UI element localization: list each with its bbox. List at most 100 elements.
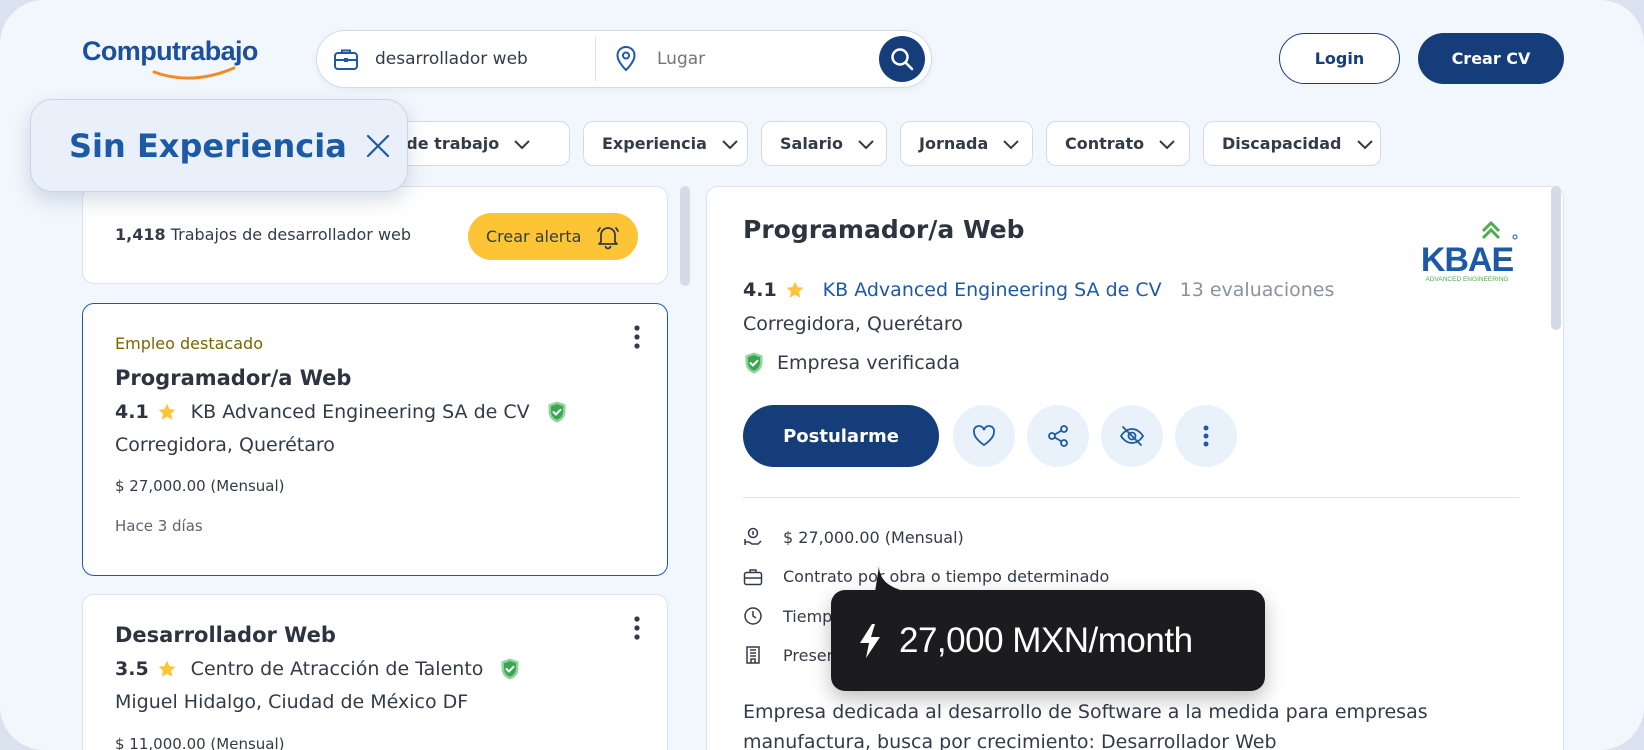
company-link[interactable]: KB Advanced Engineering SA de CV — [823, 279, 1162, 301]
hide-button[interactable] — [1101, 405, 1163, 467]
more-options-button[interactable] — [1175, 405, 1237, 467]
verified-shield-icon — [745, 352, 763, 374]
create-cv-button[interactable]: Crear CV — [1418, 33, 1564, 84]
tooltip-text: 27,000 MXN/month — [899, 620, 1193, 660]
results-count: 1,418 Trabajos de desarrollador web — [115, 225, 411, 244]
create-alert-button[interactable]: Crear alerta — [468, 213, 638, 260]
job-card[interactable]: Empleo destacado Programador/a Web 4.1 K… — [82, 303, 668, 576]
briefcase-icon — [743, 568, 763, 585]
detail-info-row: Contrato por obra o tiempo determinado — [743, 567, 1109, 586]
verified-label: Empresa verificada — [777, 352, 961, 374]
bell-icon — [597, 226, 620, 249]
filter-salary[interactable]: Salario — [761, 121, 887, 166]
active-filter-label: Sin Experiencia — [69, 126, 347, 165]
filter-label: Experiencia — [602, 134, 707, 153]
job-location: Corregidora, Querétaro — [115, 434, 335, 456]
star-icon — [158, 403, 176, 420]
share-button[interactable] — [1027, 405, 1089, 467]
company-logo: KBAE ADVANCED ENGINEERING — [1421, 220, 1518, 283]
rating-value: 4.1 — [115, 401, 149, 423]
job-search-input[interactable] — [375, 49, 575, 69]
filter-contract[interactable]: Contrato — [1046, 121, 1190, 166]
job-title[interactable]: Desarrollador Web — [115, 623, 336, 647]
share-icon — [1048, 425, 1068, 447]
job-salary: $ 11,000.00 (Mensual) — [115, 735, 285, 750]
lightning-icon — [860, 623, 880, 658]
search-button[interactable] — [879, 36, 925, 82]
salary-conversion-tooltip: 27,000 MXN/month — [831, 566, 1265, 691]
star-icon — [786, 281, 804, 298]
results-count-label: Trabajos de desarrollador web — [170, 225, 412, 244]
job-card[interactable]: Desarrollador Web 3.5 Centro de Atracció… — [82, 594, 668, 750]
more-options-icon — [1203, 425, 1209, 447]
detail-salary: $ 27,000.00 (Mensual) — [783, 527, 964, 547]
clock-icon — [744, 607, 762, 625]
filter-label: Discapacidad — [1222, 134, 1342, 153]
location-pin-icon — [616, 45, 636, 72]
search-divider — [595, 37, 596, 81]
filter-label: Salario — [780, 134, 843, 153]
rating-value: 4.1 — [743, 279, 777, 301]
detail-divider — [743, 497, 1519, 498]
verified-shield-icon — [548, 401, 566, 423]
tooltip-tail — [875, 566, 909, 592]
chevron-down-icon — [514, 139, 530, 149]
filter-experience[interactable]: Experiencia — [583, 121, 748, 166]
company-name[interactable]: Centro de Atracción de Talento — [191, 658, 484, 680]
chevron-down-icon — [722, 139, 738, 149]
verified-company: Empresa verificada — [743, 351, 960, 375]
favorite-button[interactable] — [953, 405, 1015, 467]
reviews-link[interactable]: 13 evaluaciones — [1180, 279, 1335, 301]
close-icon[interactable] — [365, 133, 391, 159]
create-alert-label: Crear alerta — [486, 227, 582, 246]
logo-tagline-text: ADVANCED ENGINEERING — [1426, 276, 1509, 283]
detail-rating-row: 4.1 KB Advanced Engineering SA de CV 13 … — [743, 279, 1334, 301]
company-name[interactable]: KB Advanced Engineering SA de CV — [191, 401, 530, 423]
app-frame: Computrabajo Login Crear CV Lugar d — [0, 0, 1644, 750]
filter-label: Contrato — [1065, 134, 1145, 153]
login-button[interactable]: Login — [1279, 33, 1400, 84]
search-icon — [891, 48, 914, 71]
filter-schedule[interactable]: Jornada — [900, 121, 1033, 166]
heart-icon — [973, 425, 995, 447]
chevron-down-icon — [858, 139, 874, 149]
filter-label: Jornada — [919, 134, 989, 153]
job-title[interactable]: Programador/a Web — [115, 366, 351, 390]
search-bar — [316, 30, 932, 88]
briefcase-icon — [334, 49, 358, 70]
job-location: Miguel Hidalgo, Ciudad de México DF — [115, 691, 469, 713]
job-salary: $ 27,000.00 (Mensual) — [115, 477, 285, 495]
location-input[interactable] — [657, 49, 857, 69]
chevron-down-icon — [1003, 139, 1019, 149]
detail-scrollbar[interactable] — [1551, 186, 1561, 330]
detail-location: Corregidora, Querétaro — [743, 313, 963, 335]
logo-wordmark: Computrabajo — [82, 36, 258, 66]
star-icon — [158, 660, 176, 677]
rating-value: 3.5 — [115, 658, 149, 680]
salary-icon — [744, 527, 762, 545]
job-posted-date: Hace 3 días — [115, 517, 203, 535]
featured-label: Empleo destacado — [115, 334, 263, 353]
job-rating-row: 4.1 KB Advanced Engineering SA de CV — [115, 400, 568, 424]
chevron-down-icon — [1159, 139, 1175, 149]
computrabajo-logo[interactable]: Computrabajo — [82, 36, 258, 82]
detail-contract: Contrato por obra o tiempo determinado — [783, 567, 1110, 586]
active-filter-tag[interactable]: Sin Experiencia — [30, 99, 408, 192]
job-rating-row: 3.5 Centro de Atracción de Talento — [115, 657, 521, 681]
logo-swoosh-icon — [152, 66, 236, 80]
filter-disability[interactable]: Discapacidad — [1203, 121, 1381, 166]
results-summary-card: 1,418 Trabajos de desarrollador web Crea… — [82, 186, 668, 284]
detail-job-title: Programador/a Web — [743, 215, 1025, 244]
results-scrollbar[interactable] — [680, 186, 690, 286]
eye-off-icon — [1119, 426, 1145, 446]
results-count-number: 1,418 — [115, 225, 166, 244]
detail-info-row: $ 27,000.00 (Mensual) — [743, 527, 964, 547]
more-options-icon[interactable] — [633, 615, 641, 641]
building-icon — [746, 646, 760, 664]
chevron-down-icon — [1356, 139, 1373, 149]
verified-shield-icon — [501, 658, 519, 680]
apply-button[interactable]: Postularme — [743, 405, 939, 467]
logo-wordmark-text: KBAE — [1421, 241, 1514, 279]
more-options-icon[interactable] — [633, 324, 641, 350]
detail-description: Empresa dedicada al desarrollo de Softwa… — [743, 701, 1428, 750]
